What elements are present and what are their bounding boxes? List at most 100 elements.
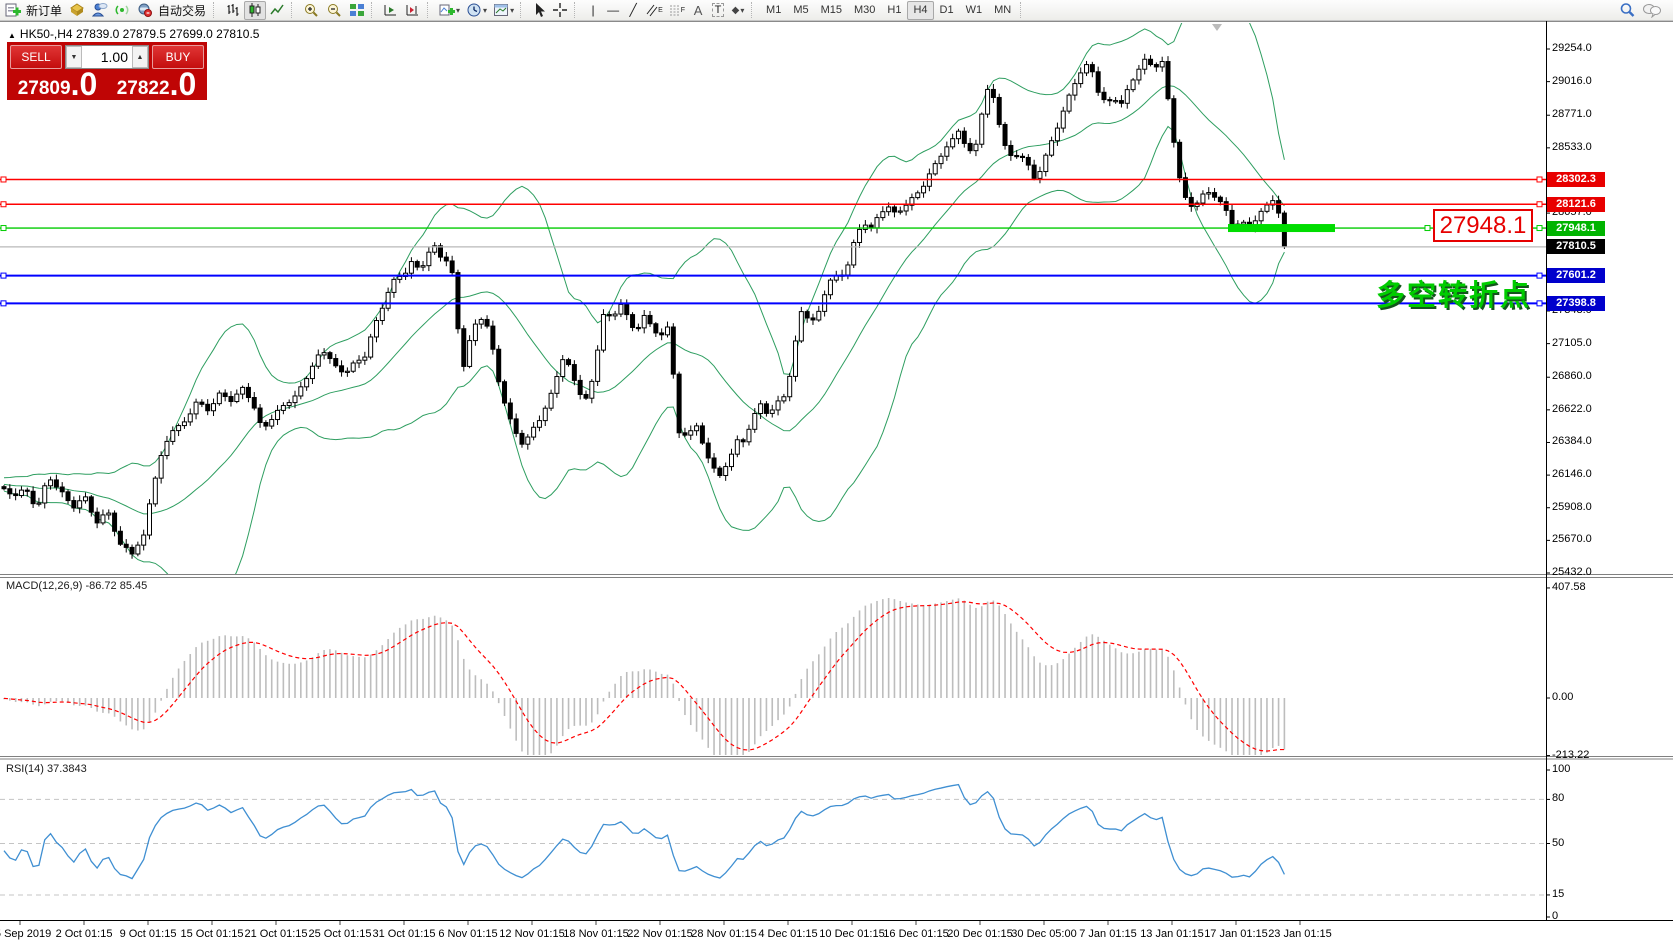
new-order-button[interactable] — [2, 1, 24, 20]
zoom-in-button[interactable] — [300, 1, 323, 20]
text-button[interactable]: A — [688, 1, 708, 20]
rsi-indicator-label: RSI(14) 37.3843 — [6, 763, 87, 775]
candle-body — [276, 410, 280, 419]
price-tick-label: 25670.0 — [1552, 533, 1592, 545]
line-handle[interactable] — [1537, 202, 1542, 207]
channel-button[interactable]: E — [643, 1, 666, 20]
crosshair-button[interactable] — [549, 1, 571, 20]
candle-body — [1178, 142, 1182, 177]
signals-button[interactable] — [111, 1, 133, 20]
candle-body — [95, 512, 99, 523]
macd-tick-label: 407.58 — [1552, 581, 1586, 593]
buy-price[interactable]: 27822.0 — [109, 69, 204, 100]
candlestick-chart-icon — [247, 2, 263, 18]
timeframe-button-M30[interactable]: M30 — [848, 1, 881, 20]
trendline-button[interactable]: ╱ — [623, 1, 643, 20]
symbol-header: ▲HK50-,H4 27839.0 27879.5 27699.0 27810.… — [8, 27, 259, 41]
candle-body — [753, 413, 757, 429]
candle-body — [1061, 111, 1065, 128]
candlestick-chart-button[interactable] — [244, 1, 266, 20]
market-button[interactable] — [66, 1, 88, 20]
zoom-out-button[interactable] — [323, 1, 346, 20]
candle-body — [718, 468, 722, 475]
highlight-zone-bar[interactable] — [1228, 224, 1335, 232]
candle-body — [735, 440, 739, 454]
timeframe-button-H1[interactable]: H1 — [881, 1, 907, 20]
candle-body — [945, 147, 949, 156]
toolbar-separator — [520, 2, 526, 18]
candle-body — [1125, 90, 1129, 104]
timeframe-button-M1[interactable]: M1 — [760, 1, 787, 20]
horizontal-line-icon: — — [607, 3, 619, 17]
volume-input[interactable] — [82, 46, 132, 68]
autotrading-label[interactable]: 自动交易 — [158, 2, 206, 19]
autotrading-button[interactable] — [133, 1, 156, 20]
candle-body — [60, 487, 64, 492]
candle-body — [514, 419, 518, 434]
line-handle[interactable] — [1537, 273, 1542, 278]
price-tick-label: 26384.0 — [1552, 435, 1592, 447]
arrows-button[interactable]: ◆ ▾ — [728, 1, 748, 20]
chart-canvas[interactable] — [0, 0, 1673, 943]
templates-button[interactable]: ▾ — [490, 1, 517, 20]
line-handle[interactable] — [1, 177, 6, 182]
cursor-button[interactable] — [529, 1, 549, 20]
volume-decrease-button[interactable]: ▼ — [66, 46, 82, 68]
timeframe-button-MN[interactable]: MN — [988, 1, 1017, 20]
chat-button[interactable] — [1639, 1, 1665, 20]
line-handle[interactable] — [1425, 226, 1430, 231]
sell-price[interactable]: 27809.0 — [10, 69, 105, 100]
bar-chart-button[interactable] — [222, 1, 244, 20]
price-callout-label[interactable]: 27948.1 — [1433, 209, 1533, 242]
sell-button[interactable]: SELL — [10, 45, 62, 69]
candle-body — [631, 315, 635, 328]
timeframe-button-H4[interactable]: H4 — [907, 1, 933, 20]
candle-body — [532, 427, 536, 437]
line-handle[interactable] — [1, 273, 6, 278]
price-tick-label: 27105.0 — [1552, 337, 1592, 349]
candle-body — [1137, 69, 1141, 80]
search-button[interactable] — [1616, 1, 1639, 20]
collapse-triangle-icon[interactable]: ▲ — [8, 31, 16, 40]
candle-body — [1242, 222, 1246, 224]
timeframe-button-D1[interactable]: D1 — [934, 1, 960, 20]
candle-body — [386, 292, 390, 308]
chart-shift-button[interactable] — [402, 1, 424, 20]
line-handle[interactable] — [1, 202, 6, 207]
line-handle[interactable] — [1, 226, 6, 231]
candle-body — [223, 393, 227, 396]
tile-windows-button[interactable] — [346, 1, 368, 20]
new-order-label[interactable]: 新订单 — [26, 2, 62, 19]
vertical-line-button[interactable]: | — [583, 1, 603, 20]
line-handle[interactable] — [1537, 301, 1542, 306]
line-handle[interactable] — [1, 301, 6, 306]
line-handle[interactable] — [1537, 226, 1542, 231]
price-level-badge: 27601.2 — [1547, 268, 1605, 283]
horizontal-line-button[interactable]: — — [603, 1, 623, 20]
auto-scroll-icon — [383, 2, 399, 18]
candle-body — [724, 467, 728, 476]
candle-body — [997, 97, 1001, 124]
timeframe-button-W1[interactable]: W1 — [960, 1, 989, 20]
periods-button[interactable]: ▾ — [463, 1, 490, 20]
line-chart-button[interactable] — [266, 1, 288, 20]
candle-body — [398, 276, 402, 279]
community-button[interactable] — [88, 1, 111, 20]
zoom-out-icon — [326, 2, 343, 18]
candle-body — [962, 131, 966, 143]
fibonacci-button[interactable]: F — [666, 1, 688, 20]
indicators-button[interactable]: ▾ — [436, 1, 463, 20]
crosshair-icon — [552, 2, 568, 18]
line-handle[interactable] — [1537, 177, 1542, 182]
text-label-button[interactable]: T — [708, 1, 728, 20]
candle-body — [142, 535, 146, 545]
candle-body — [270, 420, 274, 427]
turning-point-annotation[interactable]: 多空转折点 — [1376, 272, 1531, 314]
volume-increase-button[interactable]: ▲ — [132, 46, 148, 68]
timeframe-button-M15[interactable]: M15 — [815, 1, 848, 20]
timeframe-button-M5[interactable]: M5 — [787, 1, 814, 20]
buy-price-main: 27822 — [117, 79, 170, 100]
auto-scroll-button[interactable] — [380, 1, 402, 20]
candle-body — [450, 261, 454, 273]
candle-body — [1009, 145, 1013, 155]
